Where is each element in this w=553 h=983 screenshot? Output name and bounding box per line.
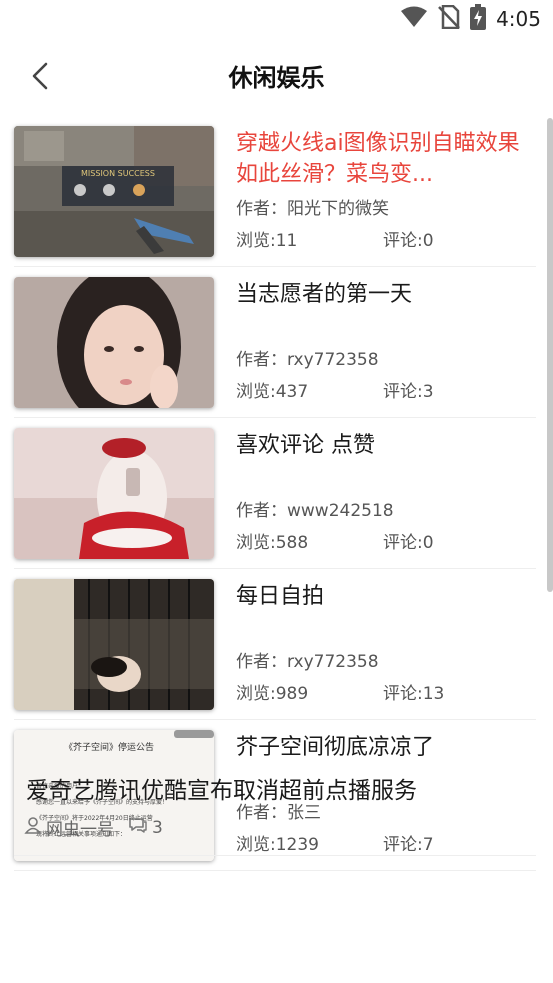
post-author: 作者：rxy772358	[236, 652, 379, 672]
post-title[interactable]: 穿越火线ai图像识别自瞄效果如此丝滑？菜鸟变...	[236, 128, 536, 190]
next-card-peek	[14, 979, 214, 983]
text-post-meta: 网虫一号 3	[24, 815, 177, 840]
scrollbar[interactable]	[547, 118, 553, 592]
battery-charging-icon	[470, 4, 487, 34]
status-time: 4:05	[496, 7, 541, 31]
post-comments: 评论:13	[383, 684, 445, 704]
post-views: 浏览:588	[236, 533, 309, 553]
text-post-author: 网虫一号	[24, 815, 114, 840]
post-card[interactable]: MISSION SUCCESS 穿越火线ai图像识别自瞄效果如此丝滑？菜鸟变..…	[14, 116, 536, 267]
post-comments: 评论:3	[383, 382, 434, 402]
page-title: 休闲娱乐	[228, 64, 325, 92]
post-feed[interactable]: MISSION SUCCESS 穿越火线ai图像识别自瞄效果如此丝滑？菜鸟变..…	[0, 116, 553, 983]
post-views: 浏览:989	[236, 684, 309, 704]
post-views: 浏览:11	[236, 231, 298, 251]
post-comments: 评论:0	[383, 231, 434, 251]
user-icon	[24, 816, 42, 839]
no-sim-icon	[438, 4, 460, 33]
status-icons: 4:05	[400, 4, 541, 34]
post-card[interactable]: 每日自拍 作者：rxy772358 浏览:989 评论:13	[14, 569, 536, 720]
app-bar: 休闲娱乐	[0, 40, 553, 116]
wifi-icon	[400, 6, 428, 32]
post-comments: 评论:0	[383, 533, 434, 553]
post-views: 浏览:437	[236, 382, 309, 402]
text-post-author-name: 网虫一号	[46, 820, 114, 840]
mission-success-text: MISSION SUCCESS	[81, 169, 155, 178]
post-title[interactable]: 喜欢评论 点赞	[236, 430, 536, 461]
post-card[interactable]: 喜欢评论 点赞 作者：www242518 浏览:588 评论:0	[14, 418, 536, 569]
post-title[interactable]: 每日自拍	[236, 581, 536, 612]
post-author: 作者：阳光下的微笑	[236, 199, 389, 219]
post-thumbnail-game: MISSION SUCCESS	[14, 126, 214, 257]
post-author: 作者：rxy772358	[236, 350, 379, 370]
post-thumbnail-portrait	[14, 277, 214, 408]
comment-icon	[128, 816, 148, 839]
text-post-title[interactable]: 爱奇艺腾讯优酷宣布取消超前点播服务	[26, 771, 417, 805]
post-card[interactable]: 当志愿者的第一天 作者：rxy772358 浏览:437 评论:3	[14, 267, 536, 418]
post-title[interactable]: 当志愿者的第一天	[236, 279, 536, 310]
post-thumbnail-photo	[14, 579, 214, 710]
notice-heading: 《芥子空间》停运公告	[64, 741, 154, 753]
text-post-comments: 3	[128, 816, 163, 839]
text-post-comment-count: 3	[152, 817, 163, 838]
post-thumbnail-selfie	[14, 428, 214, 559]
post-author: 作者：www242518	[236, 501, 394, 521]
status-bar: 4:05	[0, 0, 553, 40]
text-post-card[interactable]: 爱奇艺腾讯优酷宣布取消超前点播服务 网虫一号 3	[14, 753, 536, 856]
